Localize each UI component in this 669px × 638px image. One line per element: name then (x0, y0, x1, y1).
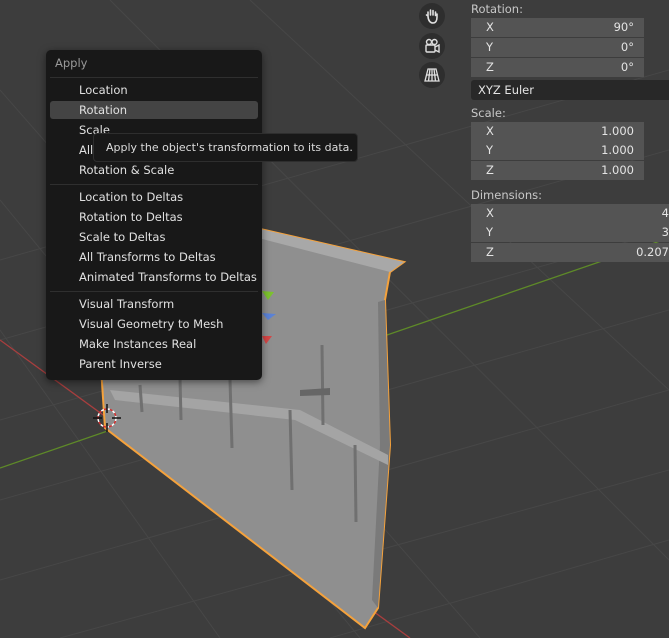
menu-item-visual-geometry-to-mesh[interactable]: Visual Geometry to Mesh (50, 315, 258, 333)
field-value: 3 (661, 225, 669, 239)
field-value: 1.000 (601, 143, 634, 157)
axis-label: Y (486, 40, 494, 54)
scale-y-field[interactable]: Y 1.000 (471, 141, 644, 160)
dimensions-z-field[interactable]: Z 0.207 (471, 243, 669, 262)
field-value: 1.000 (601, 124, 634, 138)
axis-label: Y (486, 225, 494, 239)
axis-label: Z (486, 60, 494, 74)
scale-x-field[interactable]: X 1.000 (471, 122, 644, 141)
axis-label: X (486, 124, 494, 138)
field-value: 0° (620, 40, 634, 54)
dimensions-label: Dimensions: (471, 188, 542, 202)
menu-item-parent-inverse[interactable]: Parent Inverse (50, 355, 258, 373)
menu-item-rotation-scale[interactable]: Rotation & Scale (50, 161, 258, 179)
tooltip: Apply the object's transformation to its… (93, 133, 358, 162)
menu-separator (50, 77, 258, 78)
menu-separator (50, 184, 258, 185)
menu-separator (50, 291, 258, 292)
axis-label: X (486, 206, 494, 220)
menu-title: Apply (55, 56, 88, 70)
menu-item-location-to-deltas[interactable]: Location to Deltas (50, 188, 258, 206)
menu-item-all-transforms-to-deltas[interactable]: All Transforms to Deltas (50, 248, 258, 266)
field-value: 1.000 (601, 163, 634, 177)
menu-item-location[interactable]: Location (50, 81, 258, 99)
rotation-mode-dropdown[interactable]: XYZ Euler (471, 80, 669, 100)
scale-z-field[interactable]: Z 1.000 (471, 161, 644, 180)
dimensions-x-field[interactable]: X 4 (471, 204, 669, 223)
field-value: 0° (620, 60, 634, 74)
field-value: 0.207 (636, 245, 669, 259)
field-value: 4 (661, 206, 669, 220)
scale-label: Scale: (471, 106, 506, 120)
perspective-grid-icon[interactable] (419, 62, 445, 88)
dimensions-y-field[interactable]: Y 3 (471, 223, 669, 242)
camera-icon[interactable] (419, 33, 445, 59)
axis-label: Y (486, 143, 494, 157)
menu-item-rotation-to-deltas[interactable]: Rotation to Deltas (50, 208, 258, 226)
menu-item-scale-to-deltas[interactable]: Scale to Deltas (50, 228, 258, 246)
apply-menu: Apply Location Rotation Scale All Rotati… (46, 50, 262, 380)
menu-item-visual-transform[interactable]: Visual Transform (50, 295, 258, 313)
menu-item-rotation[interactable]: Rotation (50, 101, 258, 119)
menu-item-make-instances-real[interactable]: Make Instances Real (50, 335, 258, 353)
rotation-label: Rotation: (471, 2, 523, 16)
rotation-z-field[interactable]: Z 0° (471, 58, 644, 77)
axis-label: Z (486, 163, 494, 177)
field-value: 90° (613, 20, 634, 34)
hand-pan-icon[interactable] (419, 3, 445, 29)
axis-label: Z (486, 245, 494, 259)
axis-label: X (486, 20, 494, 34)
rotation-y-field[interactable]: Y 0° (471, 38, 644, 57)
rotation-x-field[interactable]: X 90° (471, 18, 644, 37)
menu-item-animated-transforms-to-deltas[interactable]: Animated Transforms to Deltas (50, 268, 258, 286)
